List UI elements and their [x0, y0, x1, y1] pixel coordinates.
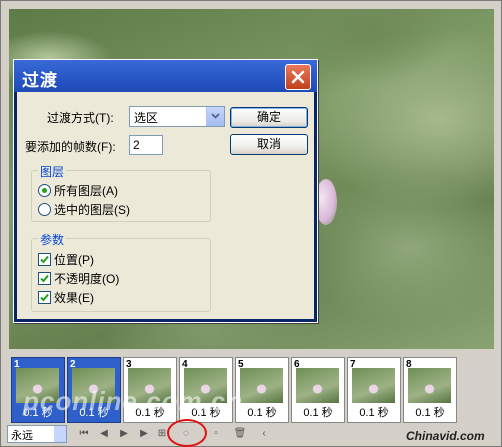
delete-frame-icon[interactable]: 🗑 — [233, 427, 247, 440]
transition-method-label: 过渡方式(T): — [47, 111, 114, 125]
frame-image — [352, 368, 395, 403]
chevron-down-icon[interactable] — [54, 426, 66, 442]
previous-frame-icon[interactable]: ◀ — [97, 427, 111, 440]
first-frame-icon[interactable]: ⏮ — [77, 427, 91, 440]
dialog-body: 过渡方式(T): 选区 要添加的帧数(F): 2 确定 取消 图层 所有图层(A… — [17, 92, 314, 319]
cancel-button[interactable]: 取消 — [230, 134, 308, 155]
close-icon — [291, 70, 305, 84]
opacity-label: 不透明度(O) — [54, 272, 120, 286]
lotus-bud — [315, 179, 337, 225]
opacity-checkbox[interactable] — [38, 272, 51, 285]
layers-group-title: 图层 — [38, 163, 67, 180]
selected-layers-label: 选中的图层(S) — [54, 203, 130, 217]
selected-layers-radio[interactable] — [38, 203, 51, 216]
animation-window: 过渡 过渡方式(T): 选区 要添加的帧数(F): 2 确定 取消 图层 所有图… — [0, 0, 502, 447]
frame-image — [296, 368, 339, 403]
dialog-title: 过渡 — [22, 71, 58, 90]
position-checkbox[interactable] — [38, 253, 51, 266]
frame-duration[interactable]: 0.1 秒 — [404, 404, 456, 420]
frames-to-add-label: 要添加的帧数(F): — [25, 140, 116, 154]
frame-duration[interactable]: 0.1 秒 — [236, 404, 288, 420]
scroll-left-icon[interactable]: ‹ — [257, 427, 271, 440]
next-frame-icon[interactable]: ▶ — [137, 427, 151, 440]
frame-image — [408, 368, 451, 403]
frame-duration[interactable]: 0.1 秒 — [348, 404, 400, 420]
frame-thumb-8[interactable]: 8 0.1 秒 — [403, 357, 457, 423]
close-button[interactable] — [285, 64, 311, 90]
new-frame-icon[interactable]: ▫ — [209, 427, 223, 440]
effects-label: 效果(E) — [54, 291, 94, 305]
frame-image — [240, 368, 283, 403]
loop-value: 永远 — [11, 430, 33, 442]
frames-to-add-value: 2 — [133, 138, 140, 152]
all-layers-label: 所有图层(A) — [54, 184, 118, 198]
ok-button[interactable]: 确定 — [230, 107, 308, 128]
transition-dialog: 过渡 过渡方式(T): 选区 要添加的帧数(F): 2 确定 取消 图层 所有图… — [13, 59, 318, 323]
effects-checkbox[interactable] — [38, 291, 51, 304]
position-label: 位置(P) — [54, 253, 94, 267]
checkmark-icon — [40, 274, 49, 283]
frame-thumb-6[interactable]: 6 0.1 秒 — [291, 357, 345, 423]
watermark-text: pconline.com.cn — [23, 386, 244, 416]
highlight-circle — [167, 419, 207, 447]
transition-method-select[interactable]: 选区 — [129, 106, 225, 127]
all-layers-radio[interactable] — [38, 184, 51, 197]
checkmark-icon — [40, 255, 49, 264]
loop-select[interactable]: 永远 — [7, 425, 67, 443]
frame-thumb-7[interactable]: 7 0.1 秒 — [347, 357, 401, 423]
transition-method-value: 选区 — [134, 111, 159, 125]
params-group: 参数 位置(P) 不透明度(O) 效果(E) — [31, 231, 211, 312]
chevron-down-icon[interactable] — [206, 107, 224, 126]
params-group-title: 参数 — [38, 231, 67, 248]
frames-to-add-input[interactable]: 2 — [129, 135, 163, 155]
brand-watermark: Chinavid.com — [406, 429, 485, 443]
dialog-titlebar[interactable]: 过渡 — [14, 60, 317, 92]
play-icon[interactable]: ▶ — [117, 427, 131, 440]
checkmark-icon — [40, 293, 49, 302]
layers-group: 图层 所有图层(A) 选中的图层(S) — [31, 163, 211, 222]
frame-duration[interactable]: 0.1 秒 — [292, 404, 344, 420]
